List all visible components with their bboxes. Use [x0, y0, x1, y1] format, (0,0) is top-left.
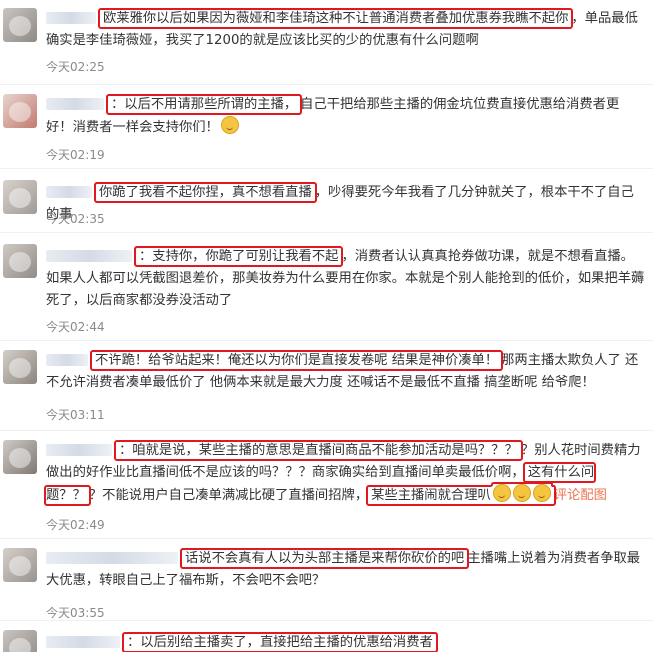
username-blurred[interactable]: [46, 636, 120, 648]
comment-text: 你跪了我看不起你捏，真不想看直播 ，吵得要死今年我看了几分钟就关了，根本干不了自己…: [46, 182, 634, 222]
username-blurred[interactable]: [46, 12, 96, 24]
avatar[interactable]: [3, 548, 37, 582]
divider: [0, 84, 653, 85]
username-blurred[interactable]: [46, 186, 92, 198]
divider: [0, 232, 653, 233]
timestamp: 今天03:11: [46, 408, 105, 422]
avatar[interactable]: [3, 350, 37, 384]
username-blurred[interactable]: [46, 250, 132, 262]
comment-text: ：支持你，你跪了可别让我看不起 ，消费者认认真真抢券做功课，就是不想看直播。如果人…: [46, 246, 645, 308]
highlighted-text: 话说不会真有人以为头部主播是来帮你砍价的吧: [179, 548, 470, 569]
thinking-emoji-icon: [492, 484, 511, 502]
thinking-emoji-icon: [512, 484, 531, 502]
username-blurred[interactable]: [46, 444, 112, 456]
comment-text: 话说不会真有人以为头部主播是来帮你砍价的吧 主播嘴上说着为消费者争取最大优惠，转眼…: [46, 548, 641, 588]
avatar[interactable]: [3, 440, 37, 474]
comment-text: ：以后不用请那些所谓的主播， 自己干把给那些主播的佣金坑位费直接优惠给消费者更好！…: [46, 94, 620, 135]
timestamp: 今天03:55: [46, 606, 105, 620]
timestamp: 今天02:49: [46, 518, 105, 532]
timestamp: 今天02:25: [46, 60, 105, 74]
username-blurred[interactable]: [46, 354, 88, 366]
avatar[interactable]: [3, 94, 37, 128]
comment-text: ：咱就是说，某些主播的意思是直播间商品不能参加活动是吗？？？ ？别人花时间费精力做…: [43, 440, 641, 506]
username-blurred[interactable]: [46, 98, 104, 110]
avatar[interactable]: [3, 630, 37, 652]
divider: [0, 430, 653, 431]
highlighted-text: 欧莱雅你以后如果因为薇娅和李佳琦这种不让普通消费者叠加优惠券我瞧不起你: [97, 8, 574, 29]
comment-feed: 欧莱雅你以后如果因为薇娅和李佳琦这种不让普通消费者叠加优惠券我瞧不起你 ，单品最低…: [0, 0, 653, 652]
comment-text: 欧莱雅你以后如果因为薇娅和李佳琦这种不让普通消费者叠加优惠券我瞧不起你 ，单品最低…: [46, 8, 638, 48]
avatar[interactable]: [3, 180, 37, 214]
comment-text: 不许跪！给爷站起来！俺还以为你们是直接发卷呢 结果是神价凑单！ 那两主播太欺负人了…: [46, 350, 639, 390]
avatar[interactable]: [3, 8, 37, 42]
highlighted-text-3: 某些主播闹就合理叭: [366, 484, 556, 506]
comment-text: ：以后别给主播卖了，直接把给主播的优惠给消费者: [46, 632, 645, 652]
highlighted-text: ：以后不用请那些所谓的主播，: [105, 94, 303, 115]
divider: [0, 340, 653, 341]
username-blurred[interactable]: [46, 552, 178, 564]
divider: [0, 620, 653, 621]
timestamp: 今天02:35: [46, 212, 105, 226]
divider: [0, 538, 653, 539]
highlighted-text: 你跪了我看不起你捏，真不想看直播: [94, 182, 317, 203]
timestamp: 今天02:19: [46, 148, 105, 162]
highlighted-text: ：支持你，你跪了可别让我看不起: [133, 246, 344, 267]
highlighted-text: ：以后别给主播卖了，直接把给主播的优惠给消费者: [122, 632, 438, 652]
avatar[interactable]: [3, 244, 37, 278]
comment-item: ：以后别给主播卖了，直接把给主播的优惠给消费者: [0, 622, 653, 652]
divider: [0, 168, 653, 169]
timestamp: 今天02:44: [46, 320, 105, 334]
highlighted-text: ：咱就是说，某些主播的意思是直播间商品不能参加活动是吗？？？: [114, 440, 523, 461]
comment-image-link[interactable]: 评论配图: [554, 488, 607, 503]
smile-emoji-icon: [220, 116, 239, 134]
highlighted-text: 不许跪！给爷站起来！俺还以为你们是直接发卷呢 结果是神价凑单！: [89, 350, 504, 371]
thinking-emoji-icon: [532, 484, 551, 502]
